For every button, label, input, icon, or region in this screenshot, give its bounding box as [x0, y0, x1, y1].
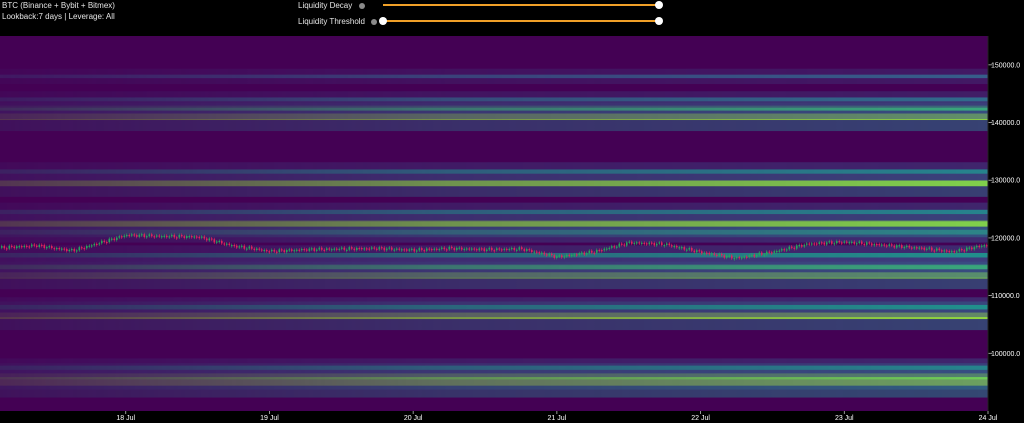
- x-axis-ticks: 18 Jul 19 Jul 20 Jul 21 Jul 22 Jul 23 Jul 24 J…: [116, 411, 998, 422]
- chart-title: BTC (Binance + Bybit + Bitmex): [2, 1, 115, 10]
- x-tick-label: 19 Jul: [260, 415, 279, 422]
- x-tick-label: 24 Jul: [979, 415, 998, 422]
- y-tick: 130000.0: [988, 178, 1020, 185]
- liquidity-band: [0, 297, 988, 318]
- y-tick: 150000.0: [988, 62, 1020, 69]
- x-tick: 20 Jul: [404, 411, 423, 422]
- y-tick-label: 130000.0: [991, 178, 1020, 185]
- liquidity-threshold-slider-thumb-high[interactable]: [655, 17, 663, 25]
- x-tick: 19 Jul: [260, 411, 279, 422]
- liquidity-band: [0, 68, 988, 85]
- liquidity-decay-slider-track[interactable]: [383, 4, 660, 6]
- y-tick-label: 120000.0: [991, 235, 1020, 242]
- x-tick: 22 Jul: [691, 411, 710, 422]
- liquidity-threshold-info-icon[interactable]: [371, 19, 377, 25]
- y-axis-ticks: 100000.0 110000.0 120000.0 130000.0 140000.0…: [988, 62, 1020, 358]
- y-tick: 140000.0: [988, 120, 1020, 127]
- liquidation-heatmap-chart: 100000.0 110000.0 120000.0 130000.0 140000.0…: [0, 36, 1020, 422]
- chart-header: BTC (Binance + Bybit + Bitmex) Lookback:…: [0, 0, 1024, 36]
- x-tick-label: 22 Jul: [691, 415, 710, 422]
- x-tick-label: 21 Jul: [548, 415, 567, 422]
- x-tick-label: 18 Jul: [116, 415, 135, 422]
- liquidity-threshold-slider-track[interactable]: [383, 20, 660, 22]
- liquidity-band: [0, 91, 988, 108]
- liquidity-band: [0, 202, 988, 222]
- y-tick-label: 110000.0: [991, 293, 1020, 300]
- x-tick: 18 Jul: [116, 411, 136, 422]
- liquidity-threshold-slider-thumb-low[interactable]: [379, 17, 387, 25]
- x-tick: 24 Jul: [979, 411, 998, 422]
- liquidity-threshold-label: Liquidity Threshold: [298, 17, 366, 26]
- liquidity-decay-slider-thumb[interactable]: [655, 1, 663, 9]
- y-tick-label: 150000.0: [991, 62, 1020, 69]
- x-tick-label: 20 Jul: [404, 415, 423, 422]
- x-tick-label: 23 Jul: [835, 415, 854, 422]
- liquidity-band: [0, 162, 988, 181]
- y-tick: 120000.0: [988, 235, 1020, 242]
- y-tick-label: 140000.0: [991, 120, 1020, 127]
- y-tick: 110000.0: [988, 293, 1020, 300]
- y-tick: 100000.0: [988, 351, 1020, 358]
- y-tick-label: 100000.0: [991, 351, 1020, 358]
- liquidity-band: [0, 245, 988, 266]
- chart-subtitle: Lookback:7 days | Leverage: All: [2, 12, 115, 21]
- liquidity-decay-info-icon[interactable]: [359, 3, 365, 9]
- liquidity-band: [0, 358, 988, 378]
- x-tick: 21 Jul: [548, 411, 567, 422]
- liquidity-decay-label: Liquidity Decay: [298, 1, 353, 10]
- x-tick: 23 Jul: [835, 411, 854, 422]
